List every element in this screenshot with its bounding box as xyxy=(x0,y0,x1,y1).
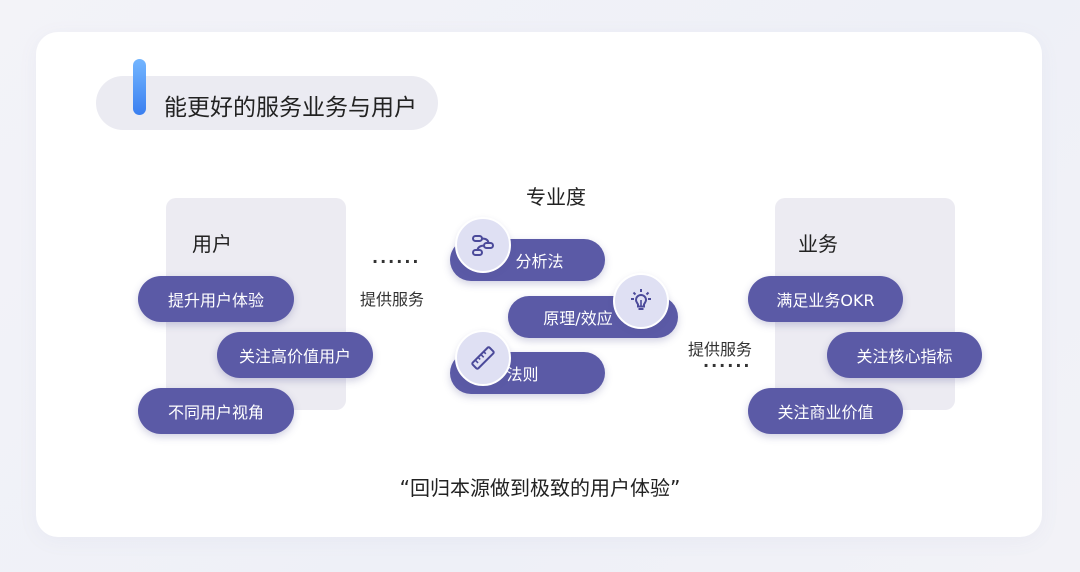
user-panel-title: 用户 xyxy=(192,232,232,256)
left-connector-dots: ······ xyxy=(372,252,421,271)
left-connector-label: 提供服务 xyxy=(360,290,425,309)
center-item-principles-label: 原理/效应 xyxy=(543,309,613,328)
center-item-rules-label: 法则 xyxy=(506,365,539,384)
page-title: 能更好的服务业务与用户 xyxy=(164,95,417,121)
business-item-core-metrics: 关注核心指标 xyxy=(827,332,982,378)
center-item-analysis-label: 分析法 xyxy=(515,252,564,271)
bottom-quote: “回归本源做到极致的用户体验” xyxy=(399,476,681,500)
business-item-commercial-value: 关注商业价值 xyxy=(748,388,903,434)
user-item-improve-experience: 提升用户体验 xyxy=(138,276,294,322)
business-item-okr: 满足业务OKR xyxy=(748,276,903,322)
lightbulb-icon xyxy=(613,273,669,329)
flow-icon xyxy=(455,217,511,273)
user-item-high-value-users: 关注高价值用户 xyxy=(217,332,373,378)
center-heading: 专业度 xyxy=(526,185,586,209)
right-connector-dots: ······ xyxy=(703,356,752,375)
user-item-different-perspectives: 不同用户视角 xyxy=(138,388,294,434)
business-panel-title: 业务 xyxy=(798,232,838,256)
ruler-icon xyxy=(455,330,511,386)
title-accent-bar xyxy=(133,59,146,115)
